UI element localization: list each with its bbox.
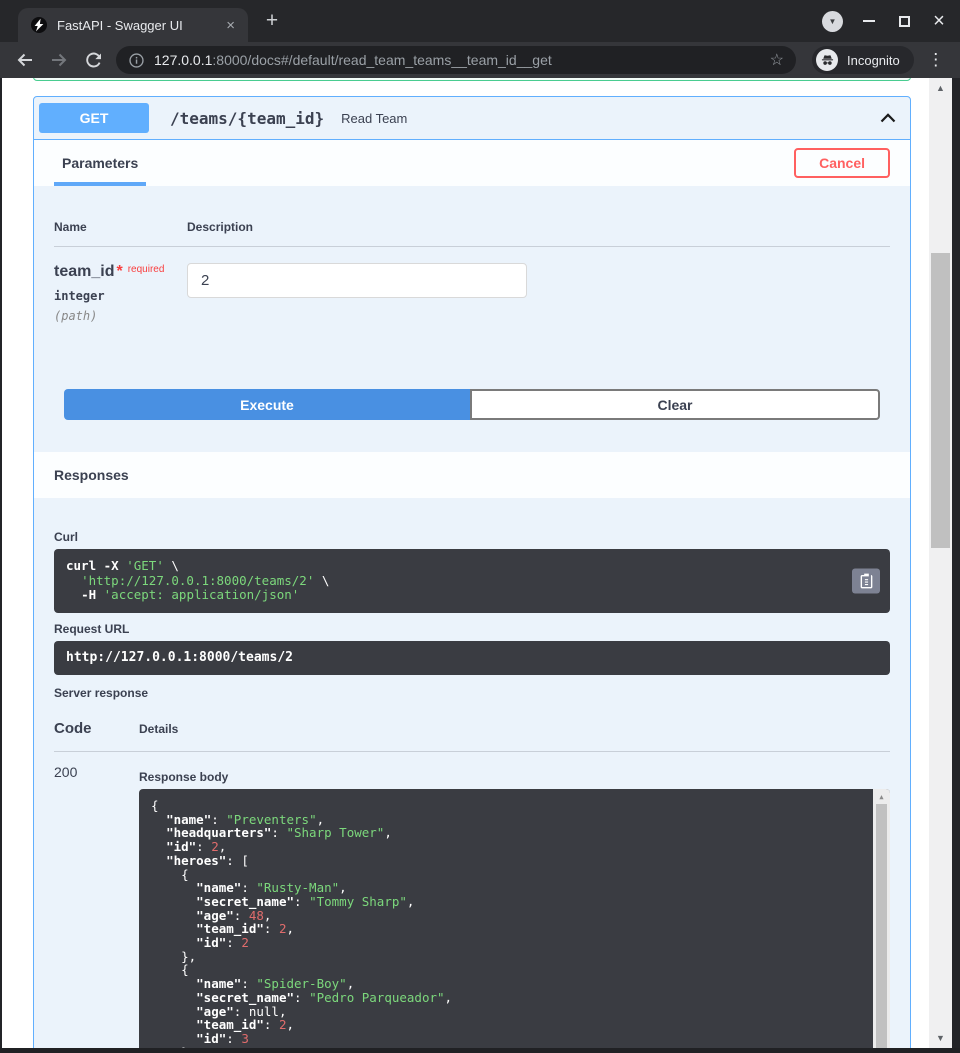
parameters-tab-label: Parameters [62,155,138,171]
endpoint-path: /teams/{team_id} [170,109,324,128]
incognito-badge: Incognito [812,46,914,74]
browser-menu-icon[interactable]: ⋮ [927,50,945,70]
response-scrollbar[interactable]: ▲ [873,789,890,1053]
browser-window: FastAPI - Swagger UI × + ▼ × 127.0.0.1:8… [0,0,960,1053]
request-url-label: Request URL [54,622,890,636]
minimize-button[interactable] [860,0,878,42]
response-details-cell: Response body { "name": "Preventers", "h… [139,764,890,1053]
scrollbar-up-icon[interactable]: ▲ [929,83,952,93]
name-column-header: Name [54,220,187,234]
previous-endpoint-bottom-edge [33,78,911,81]
opblock-get-teams-team-id: GET /teams/{team_id} Read Team Parameter… [33,96,911,1053]
incognito-label: Incognito [847,53,900,68]
required-label: required [128,264,165,275]
opblock-header[interactable]: GET /teams/{team_id} Read Team [34,97,910,140]
address-bar[interactable]: 127.0.0.1:8000/docs#/default/read_team_t… [116,46,796,74]
code-column-header: Code [54,720,139,737]
bookmark-star-icon[interactable]: ☆ [770,50,784,70]
response-body-json: { "name": "Preventers", "headquarters": … [151,799,864,1053]
response-body-label: Response body [139,770,890,784]
fastapi-favicon-icon [31,17,47,33]
parameter-type: integer [54,289,187,303]
execute-button[interactable]: Execute [64,389,470,420]
active-tab-underline [54,182,146,186]
tab-close-icon[interactable]: × [221,16,240,35]
response-body-block: { "name": "Preventers", "headquarters": … [139,789,890,1053]
parameter-location: (path) [54,309,187,323]
tab-title: FastAPI - Swagger UI [57,18,221,33]
browser-tab[interactable]: FastAPI - Swagger UI × [18,8,248,42]
request-url-block: http://127.0.0.1:8000/teams/2 [54,641,890,676]
response-row: 200 Response body { "name": "Preventers"… [54,752,890,1053]
curl-command-block: curl -X 'GET' \ 'http://127.0.0.1:8000/t… [54,549,890,613]
back-icon[interactable] [12,47,38,73]
window-bottom-edge [0,1048,960,1053]
forward-icon[interactable] [46,47,72,73]
curl-command-text: curl -X 'GET' \ 'http://127.0.0.1:8000/t… [66,559,878,603]
url-host: 127.0.0.1 [154,52,212,68]
swagger-page: GET /teams/{team_id} Read Team Parameter… [0,78,960,1053]
browser-toolbar: 127.0.0.1:8000/docs#/default/read_team_t… [0,42,960,78]
tab-search-button[interactable]: ▼ [822,11,843,32]
required-asterisk: * [116,263,122,280]
responses-title: Responses [54,467,129,483]
responses-container: Curl curl -X 'GET' \ 'http://127.0.0.1:8… [34,498,910,1053]
request-url-text: http://127.0.0.1:8000/teams/2 [66,651,878,666]
endpoint-summary: Read Team [341,111,407,126]
clear-button[interactable]: Clear [470,389,880,420]
url-text: 127.0.0.1:8000/docs#/default/read_team_t… [154,52,552,68]
parameters-section-header: Parameters Cancel [34,140,910,186]
parameters-table-header: Name Description [54,206,890,247]
window-controls: ▼ × [822,0,948,42]
new-tab-button[interactable]: + [260,10,284,34]
browser-tab-bar: FastAPI - Swagger UI × + ▼ × [0,0,960,42]
response-table-header: Code Details [54,708,890,752]
parameter-row: team_id*required integer (path) [54,247,890,323]
tab-parameters[interactable]: Parameters [54,140,146,186]
parameter-value-cell [187,263,890,323]
scrollbar-down-icon[interactable]: ▼ [929,1033,952,1043]
parameters-container: Name Description team_id*required intege… [34,186,910,452]
incognito-icon [816,49,838,71]
server-response-label: Server response [54,686,890,700]
reload-icon[interactable] [80,47,106,73]
close-window-button[interactable]: × [930,0,948,42]
maximize-button[interactable] [895,0,913,42]
scroll-up-icon[interactable]: ▲ [873,789,890,804]
url-path: :8000/docs#/default/read_team_teams__tea… [212,52,551,68]
status-code: 200 [54,764,139,1053]
team-id-input[interactable] [187,263,527,298]
page-scrollbar-thumb[interactable] [931,253,950,548]
execute-wrapper: Execute Clear [54,389,890,420]
response-scrollbar-thumb[interactable] [876,804,887,1049]
parameter-name-cell: team_id*required integer (path) [54,263,187,323]
method-badge: GET [39,103,149,133]
cancel-button[interactable]: Cancel [794,148,890,178]
details-column-header: Details [139,722,890,737]
responses-section-header: Responses [34,452,910,498]
collapse-chevron-up-icon[interactable] [878,108,898,128]
description-column-header: Description [187,220,890,234]
curl-label: Curl [54,530,890,544]
page-info-icon[interactable] [128,52,145,69]
copy-to-clipboard-icon[interactable] [852,568,880,593]
page-scrollbar[interactable]: ▲ ▼ [929,78,952,1053]
window-right-edge [952,78,960,1053]
parameter-name: team_id*required [54,263,187,281]
window-left-edge [0,78,2,1053]
